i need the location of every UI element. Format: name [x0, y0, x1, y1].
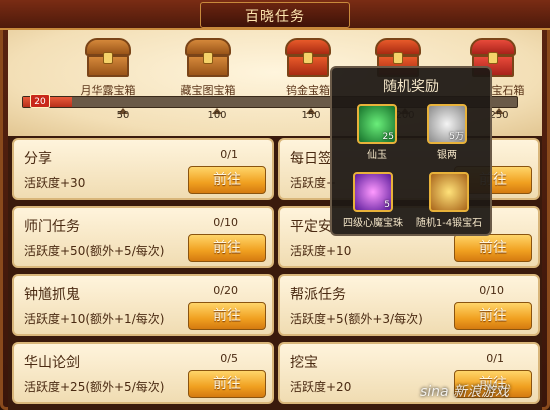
task-reward: 活跃度+10(额外+1/每次)	[24, 312, 165, 326]
task-reward: 活跃度+10	[290, 244, 352, 258]
task-title: 华山论剑	[24, 355, 80, 371]
reward-name: 随机1-4锻宝石	[415, 218, 483, 229]
jade-icon: 25	[357, 104, 397, 144]
reward-name: 四级心魔宝珠	[343, 218, 403, 229]
milestone-label: 150	[301, 110, 321, 121]
task-title: 平定安	[290, 219, 332, 235]
task-count: 0/10	[479, 284, 504, 297]
task-title: 每日签	[290, 151, 332, 167]
title-bar: 百晓任务	[0, 0, 550, 30]
task-reward: 活跃度+20	[290, 380, 352, 394]
gem-chest-icon	[429, 172, 469, 212]
task-card: 华山论剑 0/5 活跃度+25(额外+5/每次) 前往	[12, 342, 274, 404]
reward-qty: 5	[384, 200, 390, 210]
go-button[interactable]: 前往	[454, 234, 532, 262]
task-title: 帮派任务	[290, 287, 346, 303]
chest-icon	[83, 38, 133, 80]
task-title: 分享	[24, 151, 52, 167]
chest-1[interactable]: 月华露宝箱	[63, 38, 153, 98]
reward-name: 仙玉	[367, 150, 387, 161]
reward-qty: 25	[382, 132, 394, 142]
task-reward: 活跃度+25(额外+5/每次)	[24, 380, 165, 394]
window-title: 百晓任务	[245, 9, 305, 25]
task-title: 师门任务	[24, 219, 80, 235]
task-card: 师门任务 0/10 活跃度+50(额外+5/每次) 前往	[12, 206, 274, 268]
task-title: 挖宝	[290, 355, 318, 371]
milestone-label: 50	[116, 110, 130, 121]
task-reward: 活跃度+30	[24, 176, 86, 190]
reward-name: 银两	[437, 150, 457, 161]
popup-title: 随机奖励	[383, 79, 439, 95]
progress-value: 20	[30, 94, 50, 108]
silver-ingot-icon: 5万	[427, 104, 467, 144]
reward-qty: 5万	[449, 132, 464, 142]
chest-icon	[183, 38, 233, 80]
task-count: 0/20	[213, 284, 238, 297]
go-button[interactable]: 前往	[454, 302, 532, 330]
go-button[interactable]: 前往	[188, 370, 266, 398]
task-title: 钟馗抓鬼	[24, 287, 80, 303]
sina-watermark: sina 新浪游戏	[420, 384, 510, 400]
reward-item[interactable]: 5万 银两	[412, 104, 482, 161]
task-count: 0/10	[213, 216, 238, 229]
task-count: 0/5	[220, 352, 238, 365]
chest-2[interactable]: 藏宝图宝箱	[163, 38, 253, 98]
go-button[interactable]: 前往	[188, 166, 266, 194]
task-reward: 活跃度+50(额外+5/每次)	[24, 244, 165, 258]
reward-item[interactable]: 随机1-4锻宝石	[414, 172, 484, 229]
go-button[interactable]: 前往	[188, 234, 266, 262]
milestone-label: 100	[207, 110, 227, 121]
task-card: 钟馗抓鬼 0/20 活跃度+10(额外+1/每次) 前往	[12, 274, 274, 336]
task-reward: 活跃度+5(额外+3/每次)	[290, 312, 423, 326]
purple-pearl-icon: 5	[353, 172, 393, 212]
reward-item[interactable]: 5 四级心魔宝珠	[338, 172, 408, 229]
random-reward-popup: 随机奖励 25 仙玉 5万 银两 5 四级心魔宝珠 随机1-4锻宝石	[330, 66, 492, 236]
task-card: 分享 0/1 活跃度+30 前往	[12, 138, 274, 200]
task-card: 帮派任务 0/10 活跃度+5(额外+3/每次) 前往	[278, 274, 540, 336]
task-count: 0/1	[220, 148, 238, 161]
go-button[interactable]: 前往	[188, 302, 266, 330]
chest-icon	[283, 38, 333, 80]
reward-item[interactable]: 25 仙玉	[342, 104, 412, 161]
task-count: 0/1	[486, 352, 504, 365]
